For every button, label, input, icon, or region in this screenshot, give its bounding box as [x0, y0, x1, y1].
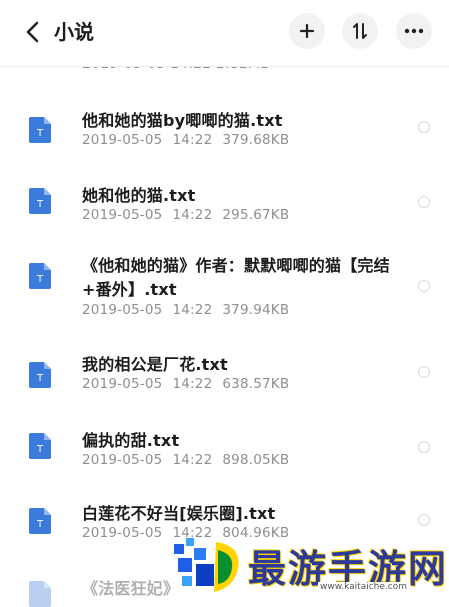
list-item[interactable]: T 他和她的猫by唧唧的猫.txt 2019-05-05 14:22 379.68K… — [0, 95, 449, 169]
list-item[interactable]: T 偏执的甜.txt 2019-05-05 14:22 898.05KB — [0, 415, 449, 489]
sort-button[interactable] — [342, 13, 378, 49]
file-name: 我的相公是厂花.txt — [82, 355, 228, 374]
select-radio[interactable] — [418, 121, 430, 133]
watermark-logo: 最游手游网 www.kaitaiche.com — [172, 530, 449, 600]
file-time: 14:22 — [172, 132, 213, 148]
file-date: 2019-05-05 — [82, 525, 163, 541]
select-radio[interactable] — [418, 441, 430, 453]
add-button[interactable] — [289, 13, 325, 49]
file-meta: 2019-05-05 14:22 379.68KB — [82, 132, 299, 148]
svg-text:T: T — [36, 128, 44, 139]
svg-text:T: T — [36, 519, 44, 530]
file-meta: 2019-05-05 14:22 898.05KB — [82, 452, 299, 468]
file-size: 898.05KB — [222, 452, 290, 468]
watermark-url: www.kaitaiche.com — [318, 582, 410, 592]
svg-text:T: T — [36, 274, 44, 285]
file-name: 她和他的猫.txt — [82, 186, 196, 205]
more-button[interactable] — [396, 13, 432, 49]
select-radio[interactable] — [418, 196, 430, 208]
file-name: 《法医狂妃》 — [82, 579, 180, 598]
file-size: 638.57KB — [222, 376, 290, 392]
list-item[interactable]: T 我的相公是厂花.txt 2019-05-05 14:22 638.57KB — [0, 340, 449, 414]
file-meta: 2019-05-05 14:22 638.57KB — [82, 376, 299, 392]
file-date: 2019-05-05 — [82, 207, 163, 223]
text-file-icon: T — [29, 188, 51, 214]
file-size: 295.67KB — [222, 207, 290, 223]
plus-icon — [299, 23, 315, 39]
file-date: 2019-05-05 — [82, 452, 163, 468]
file-size: 379.68KB — [222, 132, 290, 148]
page-title: 小说 — [54, 20, 94, 44]
file-date: 2019-05-05 — [82, 302, 163, 318]
select-radio[interactable] — [418, 514, 430, 526]
file-time: 14:22 — [172, 207, 213, 223]
file-time: 14:22 — [172, 376, 213, 392]
file-time: 14:22 — [172, 452, 213, 468]
file-name: 偏执的甜.txt — [82, 431, 180, 450]
top-bar: 小说 — [0, 0, 449, 67]
svg-text:T: T — [36, 373, 44, 384]
text-file-icon: T — [29, 508, 51, 534]
chevron-left-icon[interactable] — [20, 18, 44, 46]
text-file-icon: T — [29, 263, 51, 289]
list-item[interactable]: T 她和他的猫.txt 2019-05-05 14:22 295.67KB — [0, 170, 449, 244]
watermark-icon — [174, 538, 239, 592]
select-radio[interactable] — [418, 366, 430, 378]
select-radio[interactable] — [418, 280, 430, 292]
file-name: 《他和她的猫》作者：默默唧唧的猫【完结+番外】.txt — [82, 256, 390, 299]
svg-text:T: T — [36, 444, 44, 455]
text-file-icon: T — [29, 117, 51, 143]
file-name: 白莲花不好当[娱乐圈].txt — [82, 504, 276, 523]
text-file-icon: T — [29, 433, 51, 459]
svg-text:T: T — [36, 199, 44, 210]
file-size: 379.94KB — [222, 302, 290, 318]
list-item[interactable]: T 《他和她的猫》作者：默默唧唧的猫【完结+番外】.txt 2019-05-05… — [0, 245, 449, 335]
file-date: 2019-05-05 — [82, 376, 163, 392]
text-file-icon: T — [29, 362, 51, 388]
more-icon — [404, 28, 424, 34]
file-time: 14:22 — [172, 302, 213, 318]
text-file-icon — [29, 581, 51, 607]
file-date: 2019-05-05 — [82, 132, 163, 148]
file-name: 他和她的猫by唧唧的猫.txt — [82, 111, 283, 130]
file-meta: 2019-05-05 14:22 295.67KB — [82, 207, 299, 223]
sort-icon — [353, 23, 367, 39]
file-meta: 2019-05-05 14:22 379.94KB — [82, 302, 299, 318]
